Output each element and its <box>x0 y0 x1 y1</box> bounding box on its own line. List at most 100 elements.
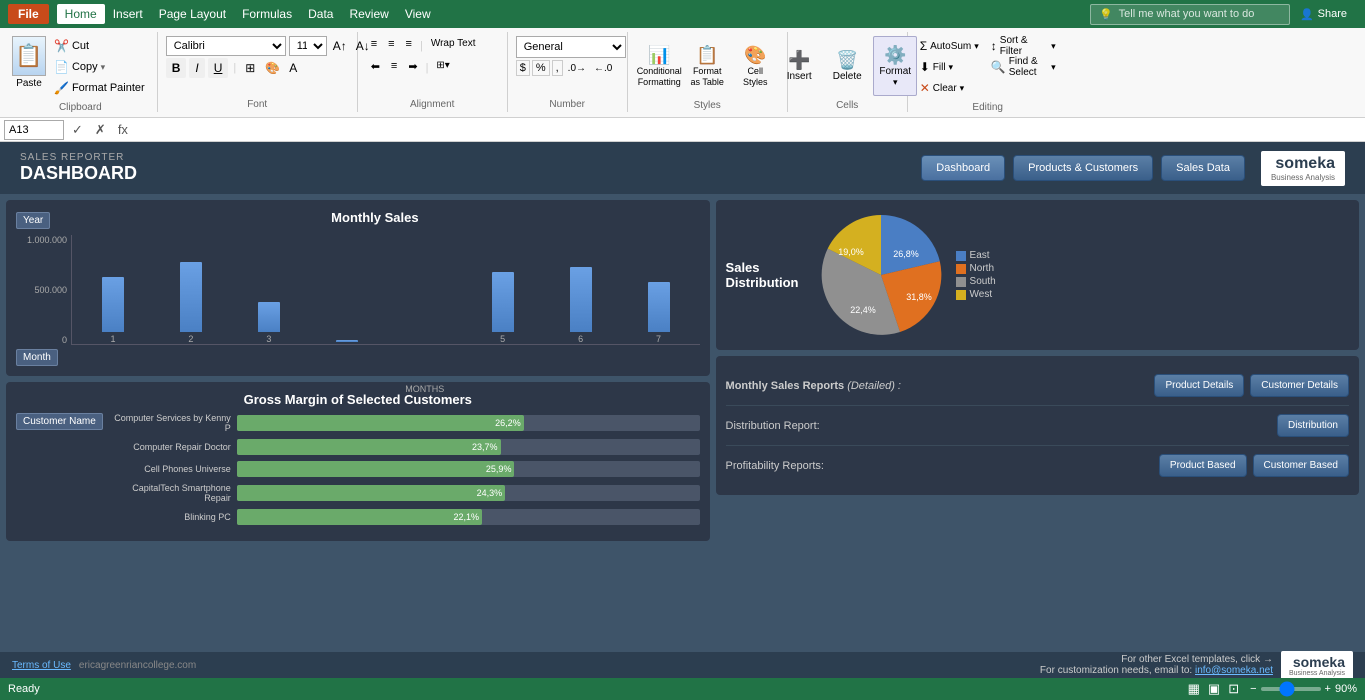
align-top-left[interactable]: ≡ <box>366 36 382 56</box>
profitability-report-row: Profitability Reports: Product Based Cus… <box>726 446 1349 485</box>
dashboard-footer: Terms of Use ericagreenriancollege.com F… <box>0 652 1365 678</box>
font-family-select[interactable]: Calibri <box>166 36 286 56</box>
format-painter-button[interactable]: 🖌️ Format Painter <box>50 78 149 98</box>
percent-button[interactable]: % <box>532 60 550 76</box>
normal-view-button[interactable]: ▦ <box>1185 681 1203 697</box>
cta-label: For other Excel templates, click → <box>1040 654 1273 665</box>
zoom-slider[interactable] <box>1261 687 1321 691</box>
clear-button[interactable]: ✕ Clear ▾ <box>916 78 983 98</box>
dashboard: SALES REPORTER DASHBOARD Dashboard Produ… <box>0 142 1365 678</box>
y-mid-label: 500.000 <box>16 285 67 295</box>
view-menu[interactable]: View <box>397 4 439 24</box>
month-filter-button[interactable]: Month <box>16 349 58 366</box>
copy-button[interactable]: 📄 Copy ▾ <box>50 57 149 77</box>
customer-name-filter[interactable]: Customer Name <box>16 413 103 430</box>
legend-west: West <box>956 289 996 300</box>
find-select-button[interactable]: 🔍 Find & Select ▾ <box>987 57 1060 77</box>
paste-button[interactable]: 📋 Paste <box>12 36 46 89</box>
svg-text:31,8%: 31,8% <box>906 292 932 302</box>
currency-button[interactable]: $ <box>516 60 530 76</box>
bar-chart-bars: 1 2 3 MONTHS 5 6 7 <box>80 235 692 344</box>
zoom-out-icon[interactable]: − <box>1250 683 1256 695</box>
cell-styles-button[interactable]: 🎨 Cell Styles <box>733 36 777 96</box>
monthly-sales-report-row: Monthly Sales Reports (Detailed) : Produ… <box>726 366 1349 406</box>
page-break-view-button[interactable]: ⊡ <box>1225 681 1242 697</box>
number-group: General $ % , .0→ ←.0 Number <box>508 32 628 112</box>
customer-2-bar: 23,7% <box>237 439 700 455</box>
font-size-select[interactable]: 11 <box>289 36 327 56</box>
west-color <box>956 290 966 300</box>
italic-button[interactable]: I <box>189 58 204 78</box>
sort-filter-button[interactable]: ↕ Sort & Filter ▾ <box>987 36 1060 56</box>
underline-button[interactable]: U <box>208 58 229 78</box>
customer-1-label: Computer Services by Kenny P <box>111 413 231 433</box>
bar-3: 3 <box>236 302 302 344</box>
page-layout-menu[interactable]: Page Layout <box>151 4 234 24</box>
product-details-button[interactable]: Product Details <box>1154 374 1244 397</box>
format-as-table-button[interactable]: 📋 Format as Table <box>685 36 729 96</box>
delete-button[interactable]: 🗑️ Delete <box>825 36 869 96</box>
svg-text:26,8%: 26,8% <box>893 249 919 259</box>
customer-based-button[interactable]: Customer Based <box>1253 454 1349 477</box>
tell-me-search[interactable]: 💡 Tell me what you want to do <box>1090 4 1290 25</box>
view-buttons: ▦ ▣ ⊡ <box>1185 681 1243 697</box>
wrap-text-button[interactable]: Wrap Text <box>426 36 481 56</box>
south-color <box>956 277 966 287</box>
gross-margin-row-4: CapitalTech Smartphone Repair 24,3% <box>111 483 700 503</box>
dashboard-nav-products[interactable]: Products & Customers <box>1013 155 1153 181</box>
conditional-formatting-button[interactable]: 📊 Conditional Formatting <box>637 36 681 96</box>
distribution-button[interactable]: Distribution <box>1277 414 1349 437</box>
font-group: Calibri 11 A↑ A↓ B I U | ⊞ 🎨 A Font <box>158 32 358 112</box>
dashboard-nav-sales[interactable]: Sales Data <box>1161 155 1245 181</box>
product-based-button[interactable]: Product Based <box>1159 454 1247 477</box>
dashboard-subtitle: SALES REPORTER <box>20 152 137 163</box>
align-right[interactable]: ➡ <box>403 58 422 78</box>
gross-margin-row-3: Cell Phones Universe 25,9% <box>111 461 700 477</box>
increase-decimal-button[interactable]: .0→ <box>565 62 589 75</box>
gross-margin-row-5: Blinking PC 22,1% <box>111 509 700 525</box>
align-top-right[interactable]: ≡ <box>401 36 417 56</box>
number-format-select[interactable]: General <box>516 36 626 58</box>
align-center[interactable]: ≡ <box>386 58 402 78</box>
borders-button[interactable]: ⊞ <box>241 59 259 77</box>
font-color-button[interactable]: A <box>286 60 300 76</box>
formulas-menu[interactable]: Formulas <box>234 4 300 24</box>
fill-button[interactable]: ⬇ Fill ▾ <box>916 57 983 77</box>
terms-of-use-link[interactable]: Terms of Use <box>12 660 71 671</box>
font-label: Font <box>247 99 267 112</box>
align-top-center[interactable]: ≡ <box>383 36 399 56</box>
email-link[interactable]: info@someka.net <box>1195 665 1273 676</box>
checkmark-icon[interactable]: ✓ <box>68 122 87 138</box>
east-color <box>956 251 966 261</box>
increase-font-button[interactable]: A↑ <box>330 38 350 54</box>
align-left[interactable]: ⬅ <box>366 58 385 78</box>
gross-margin-row-2: Computer Repair Doctor 23,7% <box>111 439 700 455</box>
home-menu[interactable]: Home <box>57 4 105 24</box>
zoom-in-icon[interactable]: + <box>1325 683 1331 695</box>
bold-button[interactable]: B <box>166 58 187 78</box>
highlight-button[interactable]: 🎨 <box>262 60 283 76</box>
comma-button[interactable]: , <box>552 60 563 76</box>
insert-menu[interactable]: Insert <box>105 4 151 24</box>
review-menu[interactable]: Review <box>341 4 396 24</box>
merge-center-button[interactable]: ⊞▾ <box>431 58 454 78</box>
insert-button[interactable]: ➕ Insert <box>777 36 821 96</box>
bar-6: 6 <box>548 267 614 344</box>
page-layout-view-button[interactable]: ▣ <box>1205 681 1223 697</box>
data-menu[interactable]: Data <box>300 4 341 24</box>
formula-input[interactable] <box>136 120 1361 140</box>
customer-details-button[interactable]: Customer Details <box>1250 374 1349 397</box>
decrease-decimal-button[interactable]: ←.0 <box>591 62 615 75</box>
cut-button[interactable]: ✂️ Cut <box>50 36 149 56</box>
year-filter-button[interactable]: Year <box>16 212 50 229</box>
dashboard-nav-dashboard[interactable]: Dashboard <box>921 155 1005 181</box>
cell-reference-input[interactable] <box>4 120 64 140</box>
autosum-button[interactable]: Σ AutoSum ▾ <box>916 36 983 56</box>
monthly-sales-title: Monthly Sales <box>50 210 699 225</box>
file-menu[interactable]: File <box>8 4 49 24</box>
cancel-icon[interactable]: ✗ <box>91 122 110 138</box>
function-icon[interactable]: fx <box>114 122 132 137</box>
dashboard-title: DASHBOARD <box>20 163 137 184</box>
share-button[interactable]: 👤 Share <box>1290 5 1357 24</box>
sales-distribution-card: SalesDistribution 26,8% <box>716 200 1359 350</box>
